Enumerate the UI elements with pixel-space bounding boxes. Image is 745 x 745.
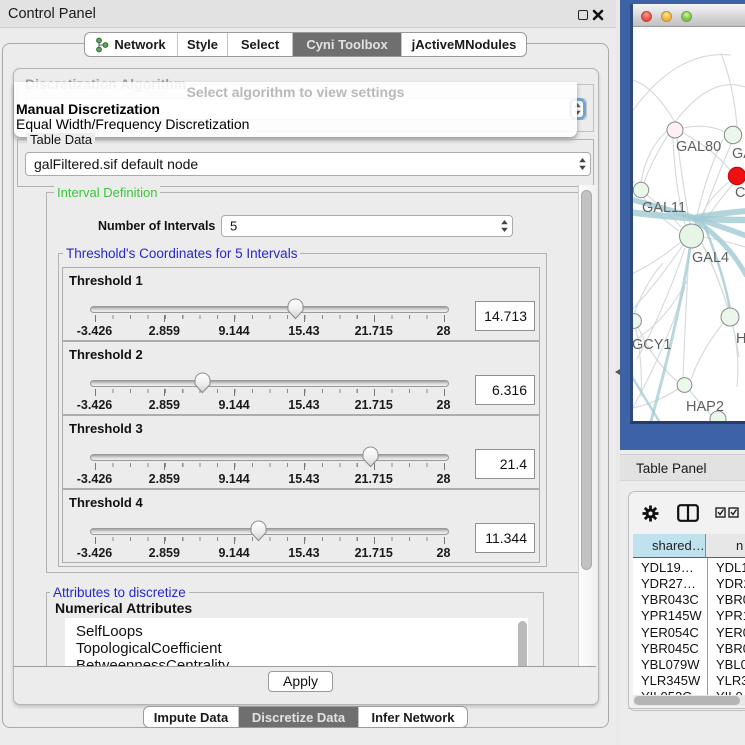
- svg-text:GAL80: GAL80: [676, 139, 721, 155]
- svg-text:H: H: [736, 331, 745, 347]
- svg-text:GAL4: GAL4: [692, 250, 729, 266]
- svg-text:HAP2: HAP2: [686, 399, 724, 415]
- svg-text:GCY1: GCY1: [633, 337, 672, 353]
- svg-text:GAL11: GAL11: [642, 200, 686, 216]
- svg-text:GA: GA: [732, 146, 745, 162]
- svg-text:CD: CD: [735, 185, 745, 201]
